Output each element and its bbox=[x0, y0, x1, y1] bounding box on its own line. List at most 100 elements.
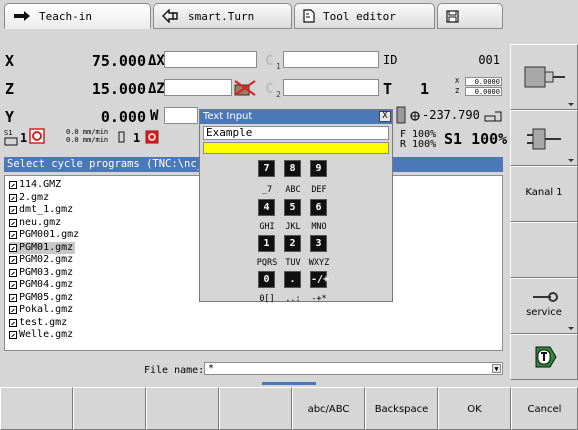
tab-save[interactable] bbox=[437, 3, 503, 29]
double-arrow-icon bbox=[162, 9, 178, 23]
c1-field bbox=[283, 51, 379, 68]
tab-label: Teach-in bbox=[39, 9, 92, 23]
x-offset-label: X bbox=[455, 77, 460, 85]
cnc-screen: Teach-in smart.Turn Tool editor X 75.000… bbox=[0, 0, 578, 430]
filename-label: File name: bbox=[144, 365, 205, 376]
file-panel-title: Select cycle programs (TNC:\nc_ bbox=[4, 157, 200, 172]
file-list-item[interactable]: PGM05.gmz bbox=[9, 292, 75, 304]
c1-sub: 1 bbox=[276, 62, 281, 71]
axis-z-letter: Z bbox=[5, 80, 15, 98]
axis-y-value: 0.000 bbox=[100, 108, 146, 126]
dialog-title: Text Input bbox=[200, 110, 392, 124]
file-icon bbox=[9, 243, 17, 252]
keypad-caption: DEF bbox=[311, 185, 327, 195]
softkey-kanal[interactable]: Kanal 1 bbox=[510, 166, 578, 222]
file-list-item[interactable]: 2.gmz bbox=[9, 192, 51, 204]
keypad-caption: MNO bbox=[311, 222, 327, 232]
axis-y-letter: Y bbox=[5, 108, 15, 126]
keypad-key[interactable]: 3 bbox=[310, 235, 327, 252]
file-name: Pokal.gmz bbox=[19, 304, 74, 315]
keypad-key[interactable]: 5 bbox=[284, 199, 301, 216]
tool-alert-icon bbox=[234, 80, 256, 96]
softkey-service[interactable]: service bbox=[510, 278, 578, 334]
file-icon bbox=[9, 231, 17, 239]
machine-view-icon bbox=[524, 66, 565, 88]
file-name: 114.GMZ bbox=[19, 179, 62, 190]
document-icon bbox=[303, 9, 315, 23]
bottom-softkey-1[interactable] bbox=[0, 387, 73, 430]
filename-input[interactable]: * ▼ bbox=[204, 362, 503, 375]
softkey-indicator bbox=[568, 327, 574, 330]
file-icon bbox=[9, 268, 17, 277]
dialog-highlight-field[interactable] bbox=[203, 142, 389, 154]
keypad-key[interactable]: 8 bbox=[284, 160, 301, 177]
close-icon[interactable]: X bbox=[379, 111, 391, 122]
file-icon bbox=[9, 193, 17, 202]
keypad-key[interactable]: 7 bbox=[258, 160, 275, 177]
softkey-empty-4[interactable] bbox=[510, 222, 578, 278]
spindle-stop-icon bbox=[29, 128, 45, 144]
w-field bbox=[164, 107, 198, 124]
chuck-icon bbox=[484, 111, 502, 122]
file-list-item[interactable]: PGM001.gmz bbox=[9, 229, 81, 241]
file-icon bbox=[9, 218, 17, 227]
file-name: PGM05.gmz bbox=[19, 291, 74, 303]
axis-z-value: 15.000 bbox=[91, 80, 146, 98]
file-list-item[interactable]: dmt_1.gmz bbox=[9, 204, 75, 216]
file-list-item[interactable]: PGM03.gmz bbox=[9, 267, 75, 279]
file-list-item[interactable]: PGM01.gmz bbox=[9, 241, 76, 254]
softkey-tool-view[interactable] bbox=[510, 110, 578, 166]
abc-toggle-button[interactable]: abc/ABC bbox=[292, 387, 365, 430]
bottom-softkey-3[interactable] bbox=[146, 387, 219, 430]
s1-override: S1 100% bbox=[444, 130, 508, 148]
tab-smart-turn[interactable]: smart.Turn bbox=[153, 3, 292, 29]
dialog-text-field[interactable]: Example bbox=[203, 126, 389, 140]
bottom-softkey-2[interactable] bbox=[73, 387, 146, 430]
keypad-key[interactable]: 2 bbox=[284, 235, 301, 252]
keypad-key[interactable]: 6 bbox=[310, 199, 327, 216]
keypad-key[interactable]: 9 bbox=[310, 160, 327, 177]
tab-label: Tool editor bbox=[323, 9, 396, 23]
file-icon bbox=[9, 181, 17, 189]
softkey-indicator bbox=[568, 103, 574, 106]
keypad-key[interactable]: 4 bbox=[258, 199, 275, 216]
delta-x-field bbox=[164, 51, 257, 68]
filename-dropdown-icon[interactable]: ▼ bbox=[492, 364, 501, 373]
spindle-direction-icon bbox=[4, 137, 18, 146]
file-list-item[interactable]: PGM02.gmz bbox=[9, 254, 75, 266]
file-list-item[interactable]: test.gmz bbox=[9, 317, 69, 329]
softkey-kanal-label: Kanal 1 bbox=[525, 187, 563, 198]
softkey-page-indicator bbox=[262, 382, 316, 385]
file-panel-title-bar bbox=[392, 157, 503, 172]
tool-table-icon bbox=[535, 346, 557, 368]
keypad-key[interactable]: 0 bbox=[258, 271, 275, 288]
file-name: PGM04.gmz bbox=[19, 279, 74, 290]
slot-number: 1 bbox=[133, 131, 141, 145]
softkey-machine-view[interactable] bbox=[510, 44, 578, 110]
bottom-softkey-4[interactable] bbox=[219, 387, 292, 430]
ok-button[interactable]: OK bbox=[438, 387, 511, 430]
softkey-indicator bbox=[568, 159, 574, 162]
backspace-button[interactable]: Backspace bbox=[365, 387, 438, 430]
file-list-item[interactable]: PGM04.gmz bbox=[9, 279, 75, 291]
tab-tool-editor[interactable]: Tool editor bbox=[294, 3, 435, 29]
file-icon bbox=[9, 281, 17, 289]
axis-z-delta: ΔZ bbox=[148, 81, 165, 97]
cancel-button[interactable]: Cancel bbox=[511, 387, 578, 430]
c1-letter: C bbox=[265, 53, 274, 69]
file-list-item[interactable]: Welle.gmz bbox=[9, 329, 75, 341]
file-name: dmt_1.gmz bbox=[19, 204, 74, 215]
floppy-icon bbox=[446, 9, 459, 23]
keypad-key[interactable]: -/+ bbox=[310, 271, 329, 288]
file-list-item[interactable]: neu.gmz bbox=[9, 217, 63, 229]
id-label: ID bbox=[383, 53, 398, 67]
tab-teach-in[interactable]: Teach-in bbox=[4, 3, 151, 29]
keypad-caption: -+* bbox=[311, 294, 327, 304]
file-icon bbox=[9, 306, 17, 314]
file-list-item[interactable]: 114.GMZ bbox=[9, 179, 63, 191]
file-list-item[interactable]: Pokal.gmz bbox=[9, 304, 75, 316]
keypad-key[interactable]: . bbox=[284, 271, 301, 288]
softkey-tool-table[interactable] bbox=[510, 334, 578, 380]
spindle-icon bbox=[396, 106, 406, 124]
keypad-key[interactable]: 1 bbox=[258, 235, 275, 252]
